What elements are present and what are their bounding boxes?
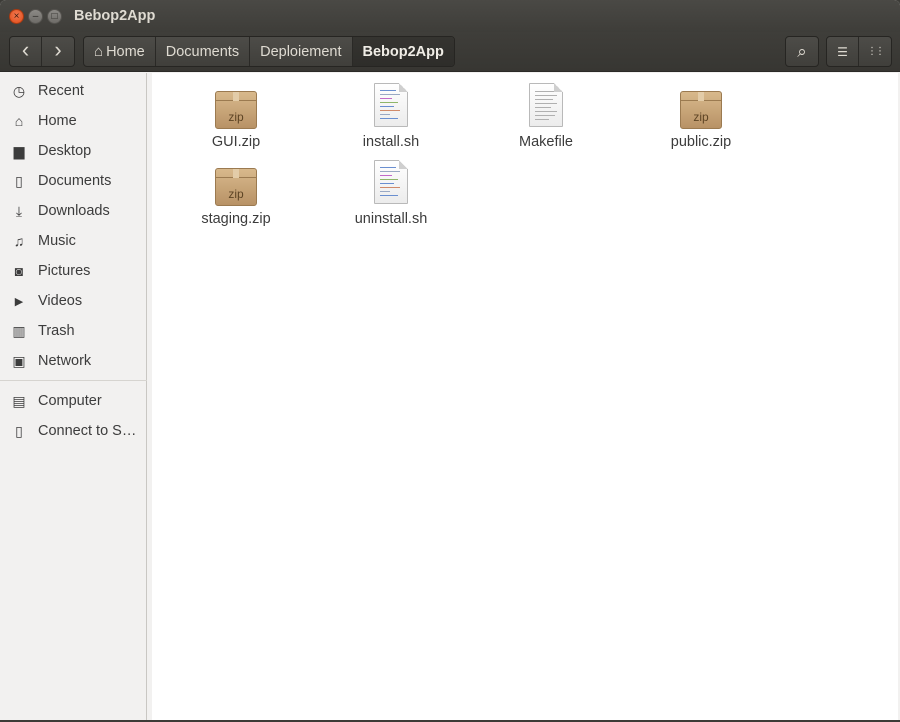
breadcrumb: ⌂ Home Documents Deploiement Bebop2App: [83, 36, 455, 67]
places-sidebar: ◷ Recent ⌂ Home ▆ Desktop ▯ Documents ⤓ Downl…: [0, 73, 147, 722]
archive-badge: zip: [693, 110, 709, 124]
file-name: public.zip: [670, 134, 732, 150]
file-name: GUI.zip: [211, 134, 261, 150]
file-name: Makefile: [519, 134, 573, 150]
file-item-makefile[interactable]: Makefile: [476, 81, 616, 153]
sidebar-item-desktop[interactable]: ▆ Desktop: [0, 137, 147, 165]
sidebar-item-label: Computer: [38, 393, 102, 409]
sidebar-item-documents[interactable]: ▯ Documents: [0, 167, 147, 195]
archive-icon: zip: [213, 85, 259, 131]
home-icon: ⌂: [94, 43, 104, 60]
breadcrumb-label: Bebop2App: [362, 43, 444, 60]
file-name: install.sh: [362, 134, 420, 150]
file-item-staging-zip[interactable]: zip staging.zip: [166, 162, 306, 234]
history-nav: ‹ ›: [9, 36, 75, 67]
breadcrumb-deploiement[interactable]: Deploiement: [250, 37, 353, 66]
close-window-button[interactable]: ×: [9, 9, 24, 24]
folder-icon: ▆: [13, 142, 25, 159]
breadcrumb-label: Deploiement: [260, 43, 342, 60]
sidebar-item-network[interactable]: ▣ Network: [0, 347, 147, 375]
trash-icon: ▥: [12, 322, 26, 339]
sidebar-item-label: Music: [38, 233, 76, 249]
back-button[interactable]: ‹: [10, 37, 42, 66]
sidebar-item-label: Downloads: [38, 203, 110, 219]
sidebar-item-downloads[interactable]: ⤓ Downloads: [0, 197, 147, 225]
file-item-uninstall-sh[interactable]: uninstall.sh: [321, 158, 461, 230]
text-file-icon: [523, 81, 569, 131]
chevron-left-icon: ‹: [21, 37, 30, 62]
archive-icon: zip: [678, 85, 724, 131]
video-icon: ▶: [14, 295, 24, 308]
minimize-icon: –: [32, 10, 39, 22]
sidebar-item-label: Recent: [38, 83, 84, 99]
network-icon: ▣: [12, 352, 26, 369]
grid-view-button[interactable]: ⋮⋮: [859, 37, 891, 66]
script-file-icon: [368, 81, 414, 131]
sidebar-item-music[interactable]: ♫ Music: [0, 227, 147, 255]
chevron-right-icon: ›: [54, 37, 62, 62]
sidebar-item-home[interactable]: ⌂ Home: [0, 107, 147, 135]
maximize-icon: □: [51, 10, 58, 22]
sidebar-item-trash[interactable]: ▥ Trash: [0, 317, 147, 345]
sidebar-item-computer[interactable]: ▤ Computer: [0, 387, 147, 415]
breadcrumb-documents[interactable]: Documents: [156, 37, 251, 66]
sidebar-item-pictures[interactable]: ◙ Pictures: [0, 257, 147, 285]
file-item-public-zip[interactable]: zip public.zip: [631, 85, 771, 157]
archive-badge: zip: [228, 110, 244, 124]
sidebar-item-label: Trash: [38, 323, 75, 339]
forward-button[interactable]: ›: [42, 37, 74, 66]
header-bar: ‹ › ⌂ Home Documents Deploiement Bebop2A…: [0, 32, 900, 72]
breadcrumb-home[interactable]: ⌂ Home: [84, 37, 156, 66]
sidebar-item-connect-to-server[interactable]: ▯ Connect to S…: [0, 417, 147, 445]
script-file-icon: [368, 158, 414, 208]
file-name: staging.zip: [201, 211, 271, 227]
sidebar-item-label: Home: [38, 113, 77, 129]
file-manager-window: × – □ Bebop2App ‹ › ⌂ Home Documents Dep…: [0, 0, 900, 722]
view-switcher: ☰ ⋮⋮: [826, 36, 892, 67]
music-icon: ♫: [13, 233, 25, 249]
breadcrumb-label: Home: [106, 43, 145, 60]
search-icon: ⌕: [797, 41, 807, 61]
sidebar-divider: [0, 380, 147, 381]
file-name: uninstall.sh: [354, 211, 428, 227]
sidebar-item-label: Videos: [38, 293, 83, 309]
file-grid: zip GUI.zip install.sh Makefile zip publ…: [152, 73, 898, 720]
list-view-icon: ☰: [837, 44, 848, 59]
sidebar-item-label: Network: [38, 353, 92, 369]
archive-icon: zip: [213, 162, 259, 208]
home-icon: ⌂: [14, 113, 24, 129]
window-title: Bebop2App: [74, 8, 156, 24]
sidebar-item-recent[interactable]: ◷ Recent: [0, 77, 147, 105]
clock-icon: ◷: [12, 82, 26, 99]
search-button-group: ⌕: [785, 36, 819, 67]
grid-view-icon: ⋮⋮: [867, 46, 885, 57]
sidebar-item-label: Pictures: [38, 263, 91, 279]
archive-badge: zip: [228, 187, 244, 201]
document-icon: ▯: [15, 172, 23, 189]
title-bar: × – □ Bebop2App: [0, 0, 900, 32]
list-view-button[interactable]: ☰: [827, 37, 859, 66]
server-icon: ▯: [15, 422, 23, 439]
maximize-window-button[interactable]: □: [47, 9, 62, 24]
breadcrumb-label: Documents: [165, 43, 240, 60]
breadcrumb-bebop2app[interactable]: Bebop2App: [352, 37, 454, 66]
file-item-gui-zip[interactable]: zip GUI.zip: [166, 85, 306, 157]
camera-icon: ◙: [14, 263, 24, 279]
file-item-install-sh[interactable]: install.sh: [321, 81, 461, 153]
minimize-window-button[interactable]: –: [28, 9, 43, 24]
computer-icon: ▤: [12, 392, 26, 409]
sidebar-item-label: Connect to S…: [38, 423, 137, 439]
sidebar-item-videos[interactable]: ▶ Videos: [0, 287, 147, 315]
close-icon: ×: [13, 10, 20, 22]
download-icon: ⤓: [15, 202, 23, 219]
search-button[interactable]: ⌕: [786, 37, 818, 66]
sidebar-item-label: Desktop: [38, 143, 92, 159]
sidebar-item-label: Documents: [38, 173, 112, 189]
